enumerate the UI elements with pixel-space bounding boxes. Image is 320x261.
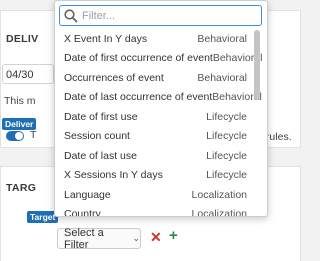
delivery-message-text: This m bbox=[4, 95, 36, 107]
dropdown-scrollbar[interactable] bbox=[254, 30, 260, 100]
select-filter-label: Select a Filter bbox=[64, 226, 104, 251]
filter-option-label: Date of last use bbox=[64, 149, 137, 162]
filter-option-category: Behavioral bbox=[197, 71, 247, 84]
filter-option-label: Occurrences of event bbox=[64, 71, 164, 84]
filter-option-label: Date of first use bbox=[64, 110, 138, 123]
filter-option[interactable]: X Sessions In Y days Lifecycle bbox=[55, 166, 251, 186]
add-filter-button[interactable]: + bbox=[169, 227, 178, 244]
filter-search-box[interactable] bbox=[59, 5, 262, 26]
chevron-down-icon: ⌄ bbox=[132, 233, 140, 243]
filter-search-input[interactable] bbox=[79, 9, 252, 22]
filter-option-category: Behavioral bbox=[197, 32, 247, 45]
filter-option-label: Date of last occurrence of event bbox=[64, 91, 213, 104]
target-section-title: TARG bbox=[6, 182, 37, 194]
delivery-section-title: DELIV bbox=[6, 33, 39, 45]
delivery-date-input[interactable]: 04/30 bbox=[2, 64, 54, 84]
filter-option[interactable]: Date of last use Lifecycle bbox=[55, 146, 251, 166]
filter-option[interactable]: Date of last occurrence of event Behavio… bbox=[55, 88, 262, 108]
filter-option-label: X Event In Y days bbox=[64, 32, 148, 45]
filter-option[interactable]: Language Localization bbox=[55, 185, 251, 205]
filter-option-label: Language bbox=[64, 188, 111, 201]
select-filter-dropdown[interactable]: Select a Filter ⌄ bbox=[57, 226, 141, 251]
filter-option-label: Country bbox=[64, 208, 101, 217]
delivery-toggle[interactable] bbox=[6, 131, 24, 141]
filter-option-category: Lifecycle bbox=[206, 130, 247, 143]
filter-option-category: Lifecycle bbox=[206, 149, 247, 162]
filter-option[interactable]: Date of first occurrence of event Behavi… bbox=[55, 49, 262, 69]
filter-option[interactable]: Session count Lifecycle bbox=[55, 127, 251, 147]
filter-option[interactable]: X Event In Y days Behavioral bbox=[55, 29, 251, 49]
filter-option-list: X Event In Y days Behavioral Date of fir… bbox=[55, 29, 262, 217]
remove-filter-button[interactable]: ✕ bbox=[150, 229, 162, 246]
filter-dropdown-menu: X Event In Y days Behavioral Date of fir… bbox=[54, 0, 268, 217]
filter-option-category: Localization bbox=[191, 208, 247, 217]
filter-option[interactable]: Country Localization bbox=[55, 205, 251, 217]
filter-option-category: Lifecycle bbox=[206, 169, 247, 182]
filter-option[interactable]: Occurrences of event Behavioral bbox=[55, 68, 251, 88]
page: DELIV 04/30 This m Deliver T ing rules. … bbox=[0, 0, 301, 261]
filter-option-label: X Sessions In Y days bbox=[64, 169, 163, 182]
filter-option-category: Lifecycle bbox=[206, 110, 247, 123]
filter-option-label: Session count bbox=[64, 130, 130, 143]
search-icon bbox=[64, 8, 78, 22]
filter-option-category: Localization bbox=[191, 188, 247, 201]
delivery-toggle-label: T bbox=[30, 129, 37, 141]
filter-option-label: Date of first occurrence of event bbox=[64, 52, 213, 65]
filter-option[interactable]: Date of first use Lifecycle bbox=[55, 107, 251, 127]
